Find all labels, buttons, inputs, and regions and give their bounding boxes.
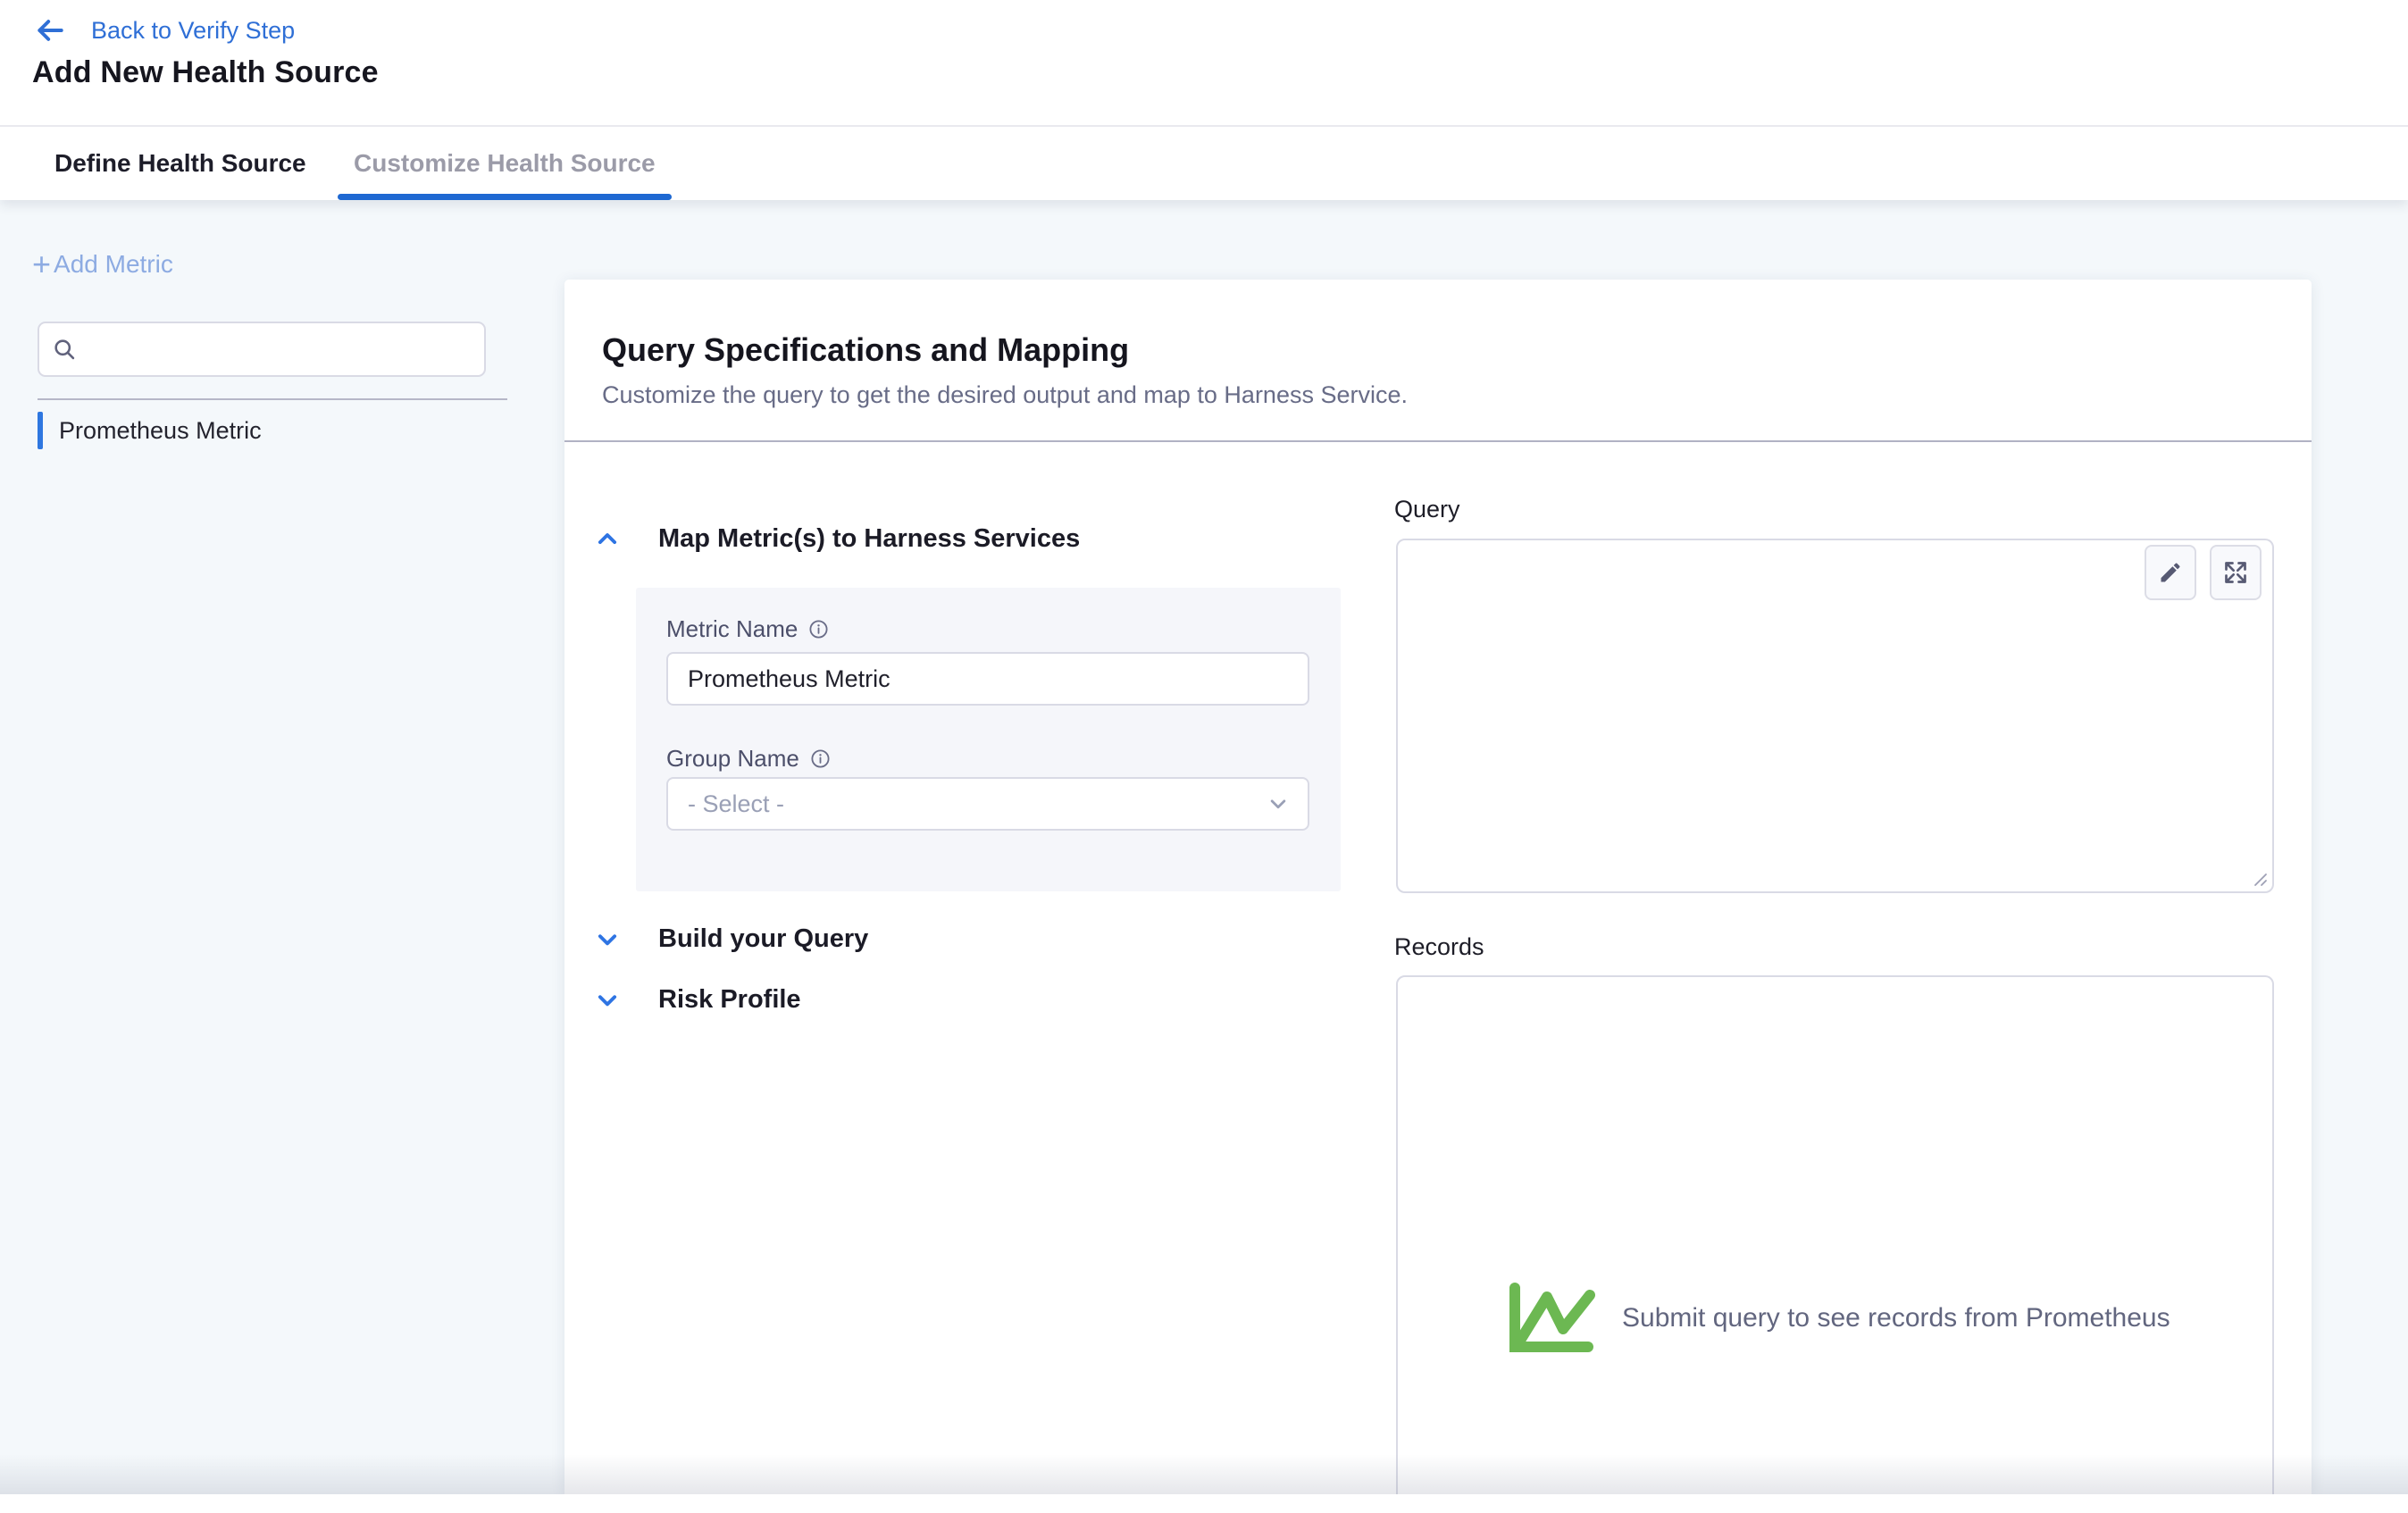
card-heading: Query Specifications and Mapping [602,331,1129,369]
section-build-query-label: Build your Query [658,924,868,954]
metric-search-input[interactable] [88,336,472,364]
map-metrics-form-panel: Metric Name Group Name - Select - [636,588,1341,891]
chevron-down-icon [594,987,621,1014]
active-tab-underline [338,194,672,200]
edit-query-button[interactable] [2145,545,2196,600]
back-link-label: Back to Verify Step [91,17,295,45]
query-textarea[interactable] [1396,539,2274,893]
tab-customize-label: Customize Health Source [354,149,656,178]
records-label: Records [1394,933,1484,961]
metric-search-box[interactable] [38,322,486,377]
tab-define-label: Define Health Source [54,149,306,178]
search-icon [52,337,77,362]
line-chart-icon [1506,1283,1595,1354]
section-map-metrics-label: Map Metric(s) to Harness Services [658,524,1080,554]
tab-customize-health-source[interactable]: Customize Health Source [354,127,656,200]
chevron-down-icon [1265,790,1292,817]
plus-icon: + [32,248,51,280]
expand-query-button[interactable] [2210,545,2262,600]
bottom-white-strip [0,1494,2408,1513]
metric-name-input[interactable] [666,652,1309,706]
card-divider [564,440,2312,442]
bottom-shadow-fade [0,1454,2408,1494]
group-name-placeholder: - Select - [688,790,784,818]
health-source-tabbar: Define Health Source Customize Health So… [0,127,2408,200]
section-risk-profile-label: Risk Profile [658,985,801,1015]
page-title: Add New Health Source [32,55,379,90]
add-health-source-page: Back to Verify Step Add New Health Sourc… [0,0,2408,1513]
section-map-metrics-toggle[interactable]: Map Metric(s) to Harness Services [594,524,1080,554]
chevron-down-icon [594,926,621,953]
page-header: Back to Verify Step Add New Health Sourc… [0,0,2408,127]
info-icon[interactable] [810,748,831,769]
add-metric-label: Add Metric [54,250,173,279]
add-metric-button[interactable]: + Add Metric [32,248,173,280]
query-actions [2145,545,2262,600]
metric-name-label: Metric Name [666,615,829,643]
records-empty-state: Submit query to see records from Prometh… [1506,1283,2170,1354]
metric-item-label: Prometheus Metric [59,417,262,445]
sidebar-divider [38,398,507,400]
metric-list-item-prometheus[interactable]: Prometheus Metric [38,412,262,449]
chevron-up-icon [594,526,621,553]
back-to-verify-step-link[interactable]: Back to Verify Step [34,13,295,48]
pencil-icon [2158,560,2183,585]
records-panel: Submit query to see records from Prometh… [1396,975,2274,1494]
card-subheading: Customize the query to get the desired o… [602,381,1408,409]
resize-handle[interactable] [2248,867,2270,889]
info-icon[interactable] [808,619,829,639]
group-name-label: Group Name [666,745,831,773]
query-label: Query [1394,496,1460,523]
arrow-left-icon [34,14,66,46]
fullscreen-expand-icon [2223,560,2248,585]
selected-indicator-bar [38,412,43,449]
section-risk-profile-toggle[interactable]: Risk Profile [594,985,801,1015]
records-empty-message: Submit query to see records from Prometh… [1622,1303,2170,1333]
section-build-query-toggle[interactable]: Build your Query [594,924,868,954]
group-name-select[interactable]: - Select - [666,777,1309,831]
tab-define-health-source[interactable]: Define Health Source [54,127,306,200]
query-specifications-card: Query Specifications and Mapping Customi… [564,280,2312,1494]
